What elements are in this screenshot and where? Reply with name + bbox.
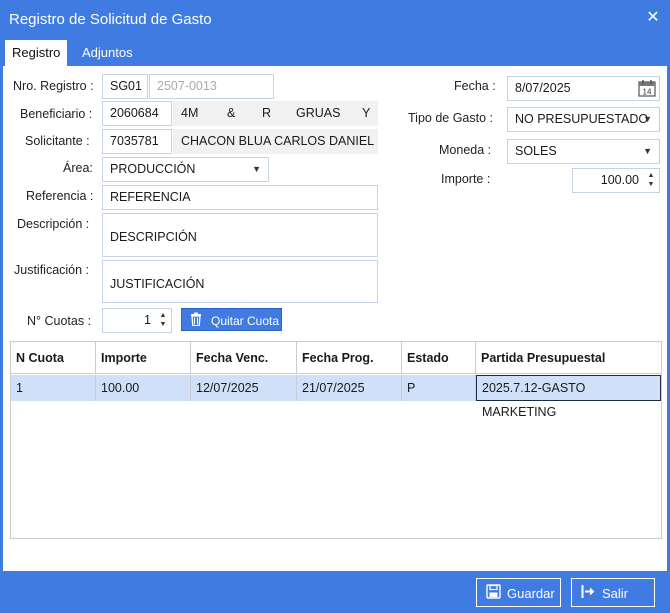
stepper-arrows-icon[interactable]: ▲ ▼ [158,311,168,330]
fecha-label: Fecha : [454,79,496,93]
importe-label: Importe : [441,172,491,186]
importe-value: 100.00 [600,173,639,187]
moneda-label: Moneda : [439,143,492,157]
save-icon [486,584,501,602]
nro-registro-label: Nro. Registro : [13,79,94,93]
salir-button[interactable]: Salir [571,578,655,607]
area-value: PRODUCCIÓN [110,162,196,176]
stepper-arrows-icon[interactable]: ▲ ▼ [646,171,656,190]
dialog-window: Registro de Solicitud de Gasto ✕ Registr… [0,0,670,613]
moneda-select[interactable]: SOLES ▼ [507,139,660,164]
solicitante-label: Solicitante : [25,134,90,148]
column-header[interactable]: Partida Presupuestal [476,342,661,374]
quitar-cuota-button[interactable]: Quitar Cuota [181,308,282,331]
beneficiario-label: Beneficiario : [20,107,93,121]
column-header[interactable]: Importe [96,342,191,374]
column-header[interactable]: Fecha Prog. [297,342,402,374]
table-cell[interactable]: 21/07/2025 [297,375,402,401]
justificacion-value: JUSTIFICACIÓN [110,277,205,291]
salir-label: Salir [602,586,629,601]
tipo-gasto-value: NO PRESUPUESTADO [515,112,649,126]
form-panel: Nro. Registro : SG01 2507-0013 Beneficia… [3,66,667,571]
exit-icon [581,584,597,602]
beneficiario-name-field: 4M & R GRUAS Y [173,101,378,126]
calendar-icon[interactable]: 14 [638,79,656,100]
title-bar: Registro de Solicitud de Gasto ✕ [0,0,670,38]
referencia-label: Referencia : [26,189,94,203]
column-header[interactable]: Estado [402,342,476,374]
nro-registro-numero-field[interactable]: 2507-0013 [149,74,274,99]
quitar-cuota-label: Quitar Cuota [211,314,280,328]
tipo-gasto-label: Tipo de Gasto : [408,111,493,125]
svg-text:14: 14 [643,88,652,97]
nro-registro-serie-field[interactable]: SG01 [102,74,148,99]
chevron-down-icon: ▼ [643,114,652,124]
area-label: Área: [63,161,93,175]
beneficiario-name-part: 4M [181,106,199,120]
table-cell[interactable]: 12/07/2025 [191,375,297,401]
column-header[interactable]: Fecha Venc. [191,342,297,374]
trash-icon [190,312,202,329]
solicitante-id-field[interactable]: 7035781 [102,129,172,154]
descripcion-value: DESCRIPCIÓN [110,230,197,244]
beneficiario-name-part: GRUAS [296,106,341,120]
justificacion-label: Justificación : [14,263,90,277]
beneficiario-name-part: Y [362,106,371,120]
footer-bar: Guardar Salir [0,571,670,613]
beneficiario-name-part: R [262,106,272,120]
solicitante-name-field: CHACON BLUA CARLOS DANIEL [173,129,378,154]
cuotas-stepper[interactable]: 1 ▲ ▼ [102,308,172,333]
cuotas-label: N° Cuotas : [27,314,92,328]
beneficiario-name-part: & [227,106,236,120]
referencia-field[interactable]: REFERENCIA [102,185,378,210]
table-cell[interactable]: 2025.7.12-GASTO MARKETING [476,375,661,419]
guardar-button[interactable]: Guardar [476,578,561,607]
beneficiario-id-field[interactable]: 2060684 [102,101,172,126]
justificacion-field[interactable]: JUSTIFICACIÓN [102,260,378,303]
fecha-field[interactable]: 8/07/2025 14 [507,76,660,101]
tab-adjuntos[interactable]: Adjuntos [75,40,140,66]
table-cell[interactable]: 100.00 [96,375,191,401]
tipo-gasto-select[interactable]: NO PRESUPUESTADO ▼ [507,107,660,132]
fecha-value: 8/07/2025 [515,81,571,95]
descripcion-field[interactable]: DESCRIPCIÓN [102,213,378,257]
importe-stepper[interactable]: 100.00 ▲ ▼ [572,168,660,193]
guardar-label: Guardar [507,586,555,601]
close-icon[interactable]: ✕ [644,9,662,27]
table-cell[interactable]: P [402,375,476,401]
cuotas-table: N Cuota Importe Fecha Venc. Fecha Prog. … [10,341,662,539]
descripcion-label: Descripción : [17,217,90,231]
tab-registro[interactable]: Registro [5,40,68,66]
chevron-down-icon: ▼ [643,146,652,156]
tab-bar: Registro Adjuntos [0,40,670,66]
area-select[interactable]: PRODUCCIÓN ▼ [102,157,269,182]
cuotas-value: 1 [144,313,151,327]
chevron-down-icon: ▼ [252,164,261,174]
moneda-value: SOLES [515,144,557,158]
column-header[interactable]: N Cuota [11,342,96,374]
table-cell[interactable]: 1 [11,375,96,401]
window-title: Registro de Solicitud de Gasto [9,11,212,28]
